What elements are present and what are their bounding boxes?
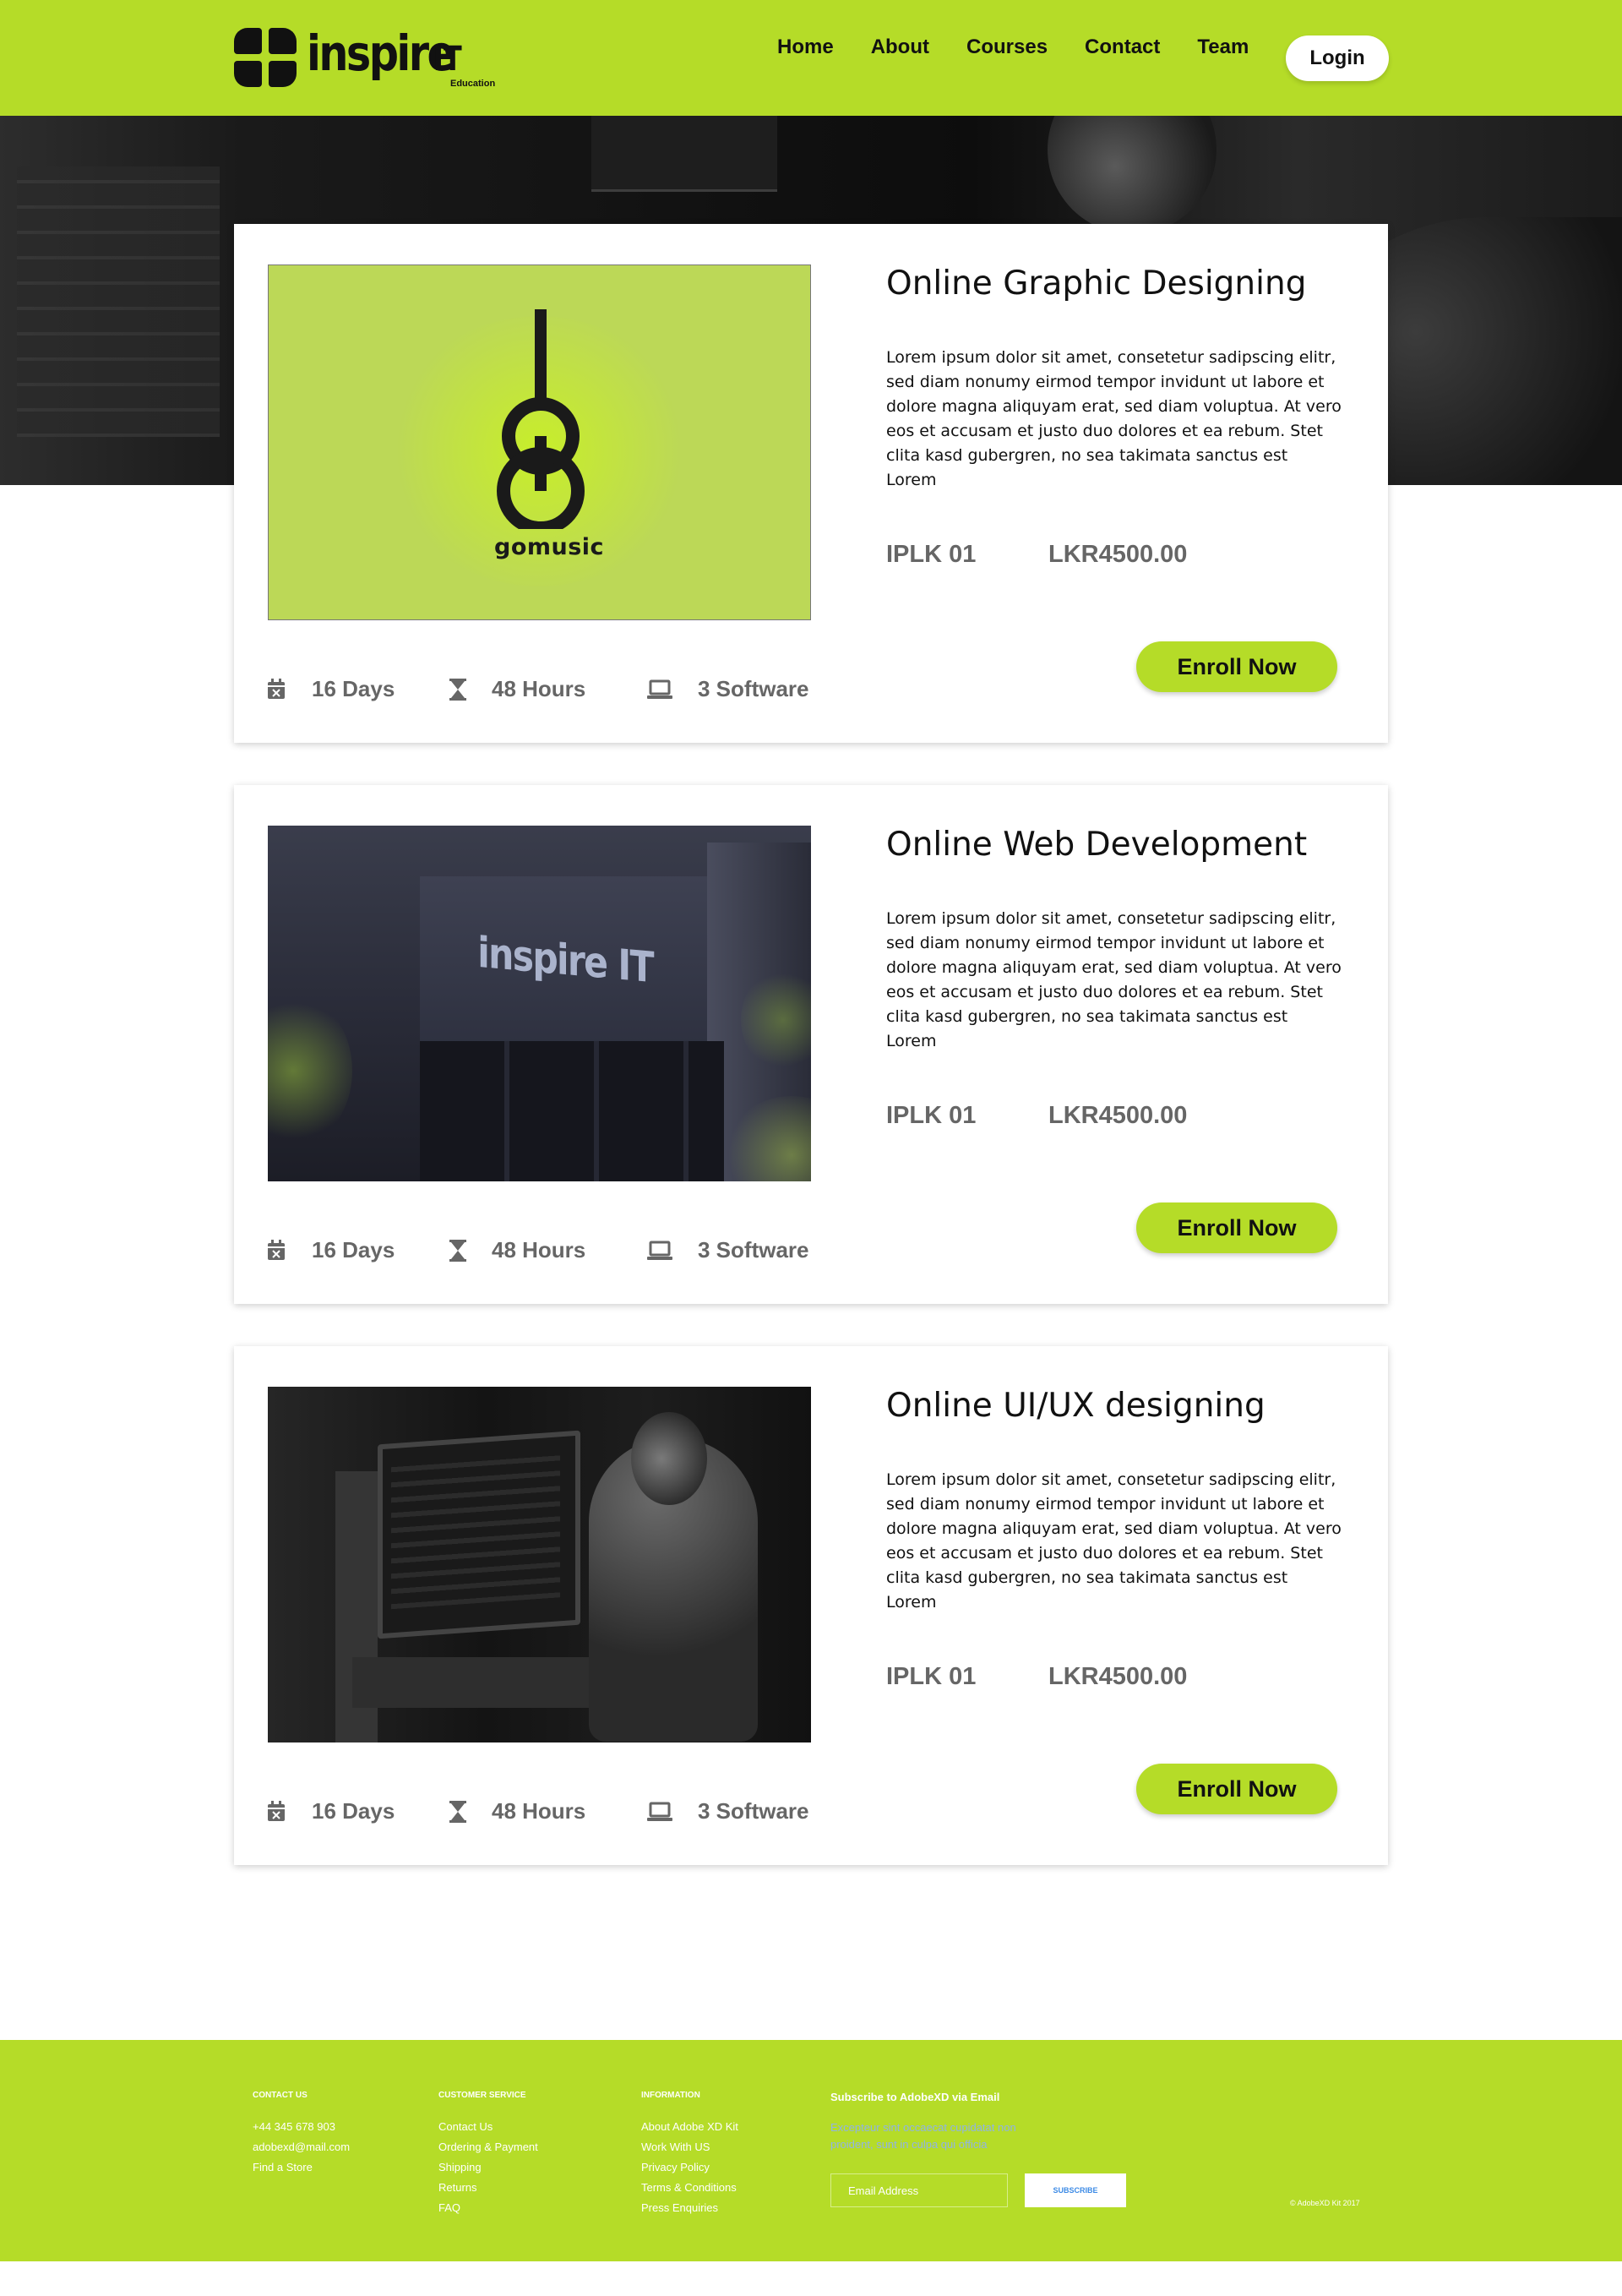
enroll-button[interactable]: Enroll Now [1136,1203,1337,1253]
copyright: © AdobeXD Kit 2017 [1290,2199,1360,2207]
course-title: Online Graphic Designing [886,265,1307,303]
footer-link[interactable]: Returns [438,2178,538,2198]
footer-heading: INFORMATION [641,2091,700,2100]
footer-link[interactable]: Terms & Conditions [641,2178,738,2198]
footer-heading: CUSTOMER SERVICE [438,2091,526,2100]
site-footer: CONTACT US +44 345 678 903 adobexd@mail.… [0,2040,1622,2261]
hero-window-shape [17,166,220,437]
nav-team[interactable]: Team [1197,35,1249,59]
course-description: Lorem ipsum dolor sit amet, consetetur s… [886,348,1342,489]
footer-contact: CONTACT US +44 345 678 903 adobexd@mail.… [253,2091,350,2178]
laptop-icon [647,1802,672,1821]
course-description: Lorem ipsum dolor sit amet, consetetur s… [886,909,1342,1050]
calendar-icon [268,1800,285,1821]
footer-link[interactable]: About Adobe XD Kit [641,2117,738,2137]
software-label: 3 Software [698,676,809,701]
footer-link[interactable]: Press Enquiries [641,2198,738,2218]
hero-face-shape [1048,116,1216,234]
nav-courses[interactable]: Courses [966,35,1048,59]
nav-contact[interactable]: Contact [1085,35,1160,59]
hourglass-icon [449,1239,466,1262]
gomusic-label: gomusic [494,534,605,560]
course-price: LKR4500.00 [1048,541,1188,568]
course-card: inspire IT Online Web Development Lorem … [234,785,1388,1304]
software-label: 3 Software [698,1798,809,1824]
course-image-gomusic: gomusic [268,265,811,620]
logo-mark-icon [234,27,297,87]
days-label: 16 Days [312,676,395,701]
footer-link[interactable]: Contact Us [438,2117,538,2137]
course-code: IPLK 01 [886,1102,977,1129]
footer-link[interactable]: Privacy Policy [641,2157,738,2178]
course-code: IPLK 01 [886,541,977,568]
footer-link[interactable]: Shipping [438,2157,538,2178]
site-header: inspire IT Education Home About Courses … [0,0,1622,116]
hours-label: 48 Hours [492,1798,586,1824]
course-software: 3 Software [647,676,809,702]
footer-customer-service: CUSTOMER SERVICE Contact Us Ordering & P… [438,2091,538,2218]
course-hours: 48 Hours [449,1798,585,1824]
footer-link[interactable]: Ordering & Payment [438,2137,538,2157]
footer-find-store[interactable]: Find a Store [253,2157,350,2178]
hourglass-icon [449,1800,466,1823]
footer-phone[interactable]: +44 345 678 903 [253,2117,350,2137]
course-image-studio [268,1387,811,1742]
subscribe-text: Excepteur sint occaecat cupidatat non pr… [830,2121,1016,2151]
subscribe-button[interactable]: SUBSCRIBE [1025,2173,1126,2207]
footer-email[interactable]: adobexd@mail.com [253,2137,350,2157]
course-description: Lorem ipsum dolor sit amet, consetetur s… [886,1470,1342,1612]
footer-heading: CONTACT US [253,2091,308,2100]
footer-information: INFORMATION About Adobe XD Kit Work With… [641,2091,738,2218]
course-days: 16 Days [266,676,395,702]
enroll-button[interactable]: Enroll Now [1136,1764,1337,1814]
footer-link[interactable]: Work With US [641,2137,738,2157]
enroll-button[interactable]: Enroll Now [1136,641,1337,692]
main-nav: Home About Courses Contact Team [777,35,1286,59]
course-code: IPLK 01 [886,1663,977,1690]
laptop-icon [647,1241,672,1260]
nav-home[interactable]: Home [777,35,834,59]
logo[interactable]: inspire IT Education [234,24,495,89]
course-days: 16 Days [266,1237,395,1263]
footer-link[interactable]: FAQ [438,2198,538,2218]
course-title: Online UI/UX designing [886,1387,1265,1425]
login-button[interactable]: Login [1286,35,1389,81]
nav-about[interactable]: About [871,35,929,59]
guitar-logo-icon [497,309,585,529]
course-days: 16 Days [266,1798,395,1824]
logo-suffix: IT [433,39,462,79]
hours-label: 48 Hours [492,676,586,701]
course-image-building: inspire IT [268,826,811,1181]
hero-screen-shape [591,116,777,192]
course-price: LKR4500.00 [1048,1663,1188,1690]
hourglass-icon [449,678,466,701]
logo-wordmark: inspire IT Education [307,24,495,89]
days-label: 16 Days [312,1237,395,1263]
logo-tagline: Education [450,78,496,89]
course-hours: 48 Hours [449,676,585,702]
course-software: 3 Software [647,1798,809,1824]
course-card: Online UI/UX designing Lorem ipsum dolor… [234,1346,1388,1865]
email-field[interactable] [830,2173,1008,2207]
subscribe-title: Subscribe to AdobeXD via Email [830,2091,1000,2103]
laptop-icon [647,679,672,699]
logo-word: inspire [307,24,455,82]
course-price: LKR4500.00 [1048,1102,1188,1129]
course-software: 3 Software [647,1237,809,1263]
hours-label: 48 Hours [492,1237,586,1263]
footer-subscribe: Subscribe to AdobeXD via Email [830,2091,999,2103]
calendar-icon [268,678,285,699]
software-label: 3 Software [698,1237,809,1263]
course-card: gomusic Online Graphic Designing Lorem i… [234,224,1388,743]
course-hours: 48 Hours [449,1237,585,1263]
calendar-icon [268,1239,285,1260]
course-title: Online Web Development [886,826,1308,864]
days-label: 16 Days [312,1798,395,1824]
